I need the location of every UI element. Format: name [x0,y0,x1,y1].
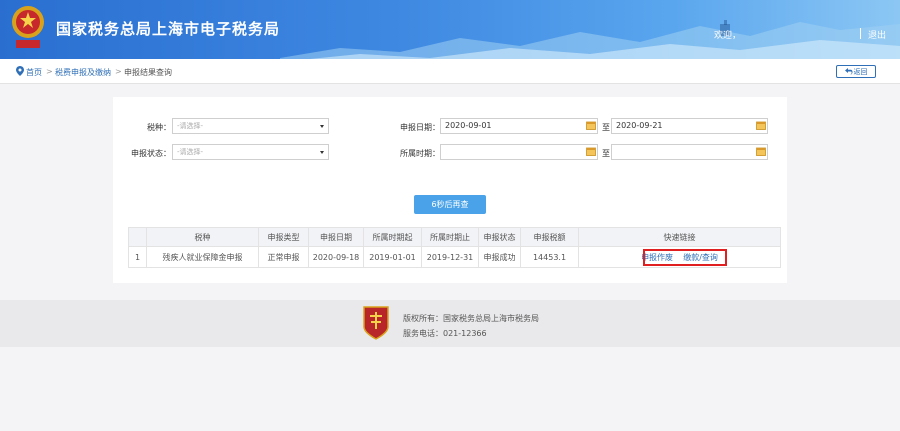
location-pin-icon [16,66,24,76]
column-header [128,227,147,247]
breadcrumb-separator: > [115,67,122,76]
column-header-declare-date: 申报日期 [308,227,364,247]
table-header-row: 税种 申报类型 申报日期 所属时期起 所属时期止 申报状态 申报税额 快速链接 [128,227,781,247]
cell-period-end: 2019-12-31 [421,246,479,268]
breadcrumb-separator: > [46,67,53,76]
chevron-down-icon [320,151,324,154]
header-divider [860,28,861,39]
cell-status: 申报成功 [478,246,521,268]
welcome-text: 欢迎， [714,31,742,41]
period-end-input[interactable] [611,144,768,160]
column-header-tax-type: 税种 [146,227,259,247]
calendar-icon[interactable] [756,147,766,156]
column-header-period-end: 所属时期止 [421,227,479,247]
to-label: 至 [602,149,610,158]
column-header-status: 申报状态 [478,227,521,247]
breadcrumb-home[interactable]: 首页 [26,67,42,78]
calendar-icon[interactable] [586,121,596,130]
declare-date-start-input[interactable]: 2020-09-01 [440,118,598,134]
back-button-label: 返回 [853,67,868,76]
column-header-declare-type: 申报类型 [258,227,309,247]
logout-link[interactable]: 退出 [868,28,886,41]
breadcrumb: 首页 > 税费申报及缴纳 > 申报结果查询 [0,59,900,84]
declare-date-label: 申报日期： [400,123,440,132]
cell-period-start: 2019-01-01 [363,246,422,268]
period-start-input[interactable] [440,144,598,160]
great-wall-banner-image [280,20,900,59]
cell-declare-date: 2020-09-18 [308,246,364,268]
app-header: 国家税务总局上海市电子税务局 欢迎， 退出 [0,0,900,59]
cell-amount: 14453.1 [520,246,579,268]
cell-tax-type: 残疾人就业保障金申报 [146,246,259,268]
tax-type-label: 税种： [147,123,171,132]
breadcrumb-tax-filing[interactable]: 税费申报及缴纳 [55,67,111,78]
column-header-quick-links: 快速链接 [578,227,781,247]
tax-type-select[interactable]: -请选择- [172,118,329,134]
calendar-icon[interactable] [586,147,596,156]
breadcrumb-current: 申报结果查询 [124,68,172,77]
highlight-box [643,249,727,266]
calendar-icon[interactable] [756,121,766,130]
declare-status-select[interactable]: -请选择- [172,144,329,160]
column-header-amount: 申报税额 [520,227,579,247]
tax-type-placeholder: -请选择- [177,122,204,130]
row-index: 1 [128,246,147,268]
chevron-down-icon [320,125,324,128]
column-header-period-start: 所属时期起 [363,227,422,247]
to-label: 至 [602,123,610,132]
period-label: 所属时期： [400,149,440,158]
declare-status-label: 申报状态： [131,149,171,158]
tax-bureau-logo-icon [363,306,389,340]
service-phone-text: 服务电话：021-12366 [403,329,487,338]
query-button[interactable]: 6秒后再查 [414,195,486,214]
declare-date-end-input[interactable]: 2020-09-21 [611,118,768,134]
declare-status-placeholder: -请选择- [177,148,204,156]
copyright-text: 版权所有：国家税务总局上海市税务局 [403,314,539,323]
cell-declare-type: 正常申报 [258,246,309,268]
app-title: 国家税务总局上海市电子税务局 [56,20,281,38]
return-arrow-icon [844,68,852,75]
tax-bureau-emblem-icon [12,6,44,48]
back-button[interactable]: 返回 [836,65,876,78]
